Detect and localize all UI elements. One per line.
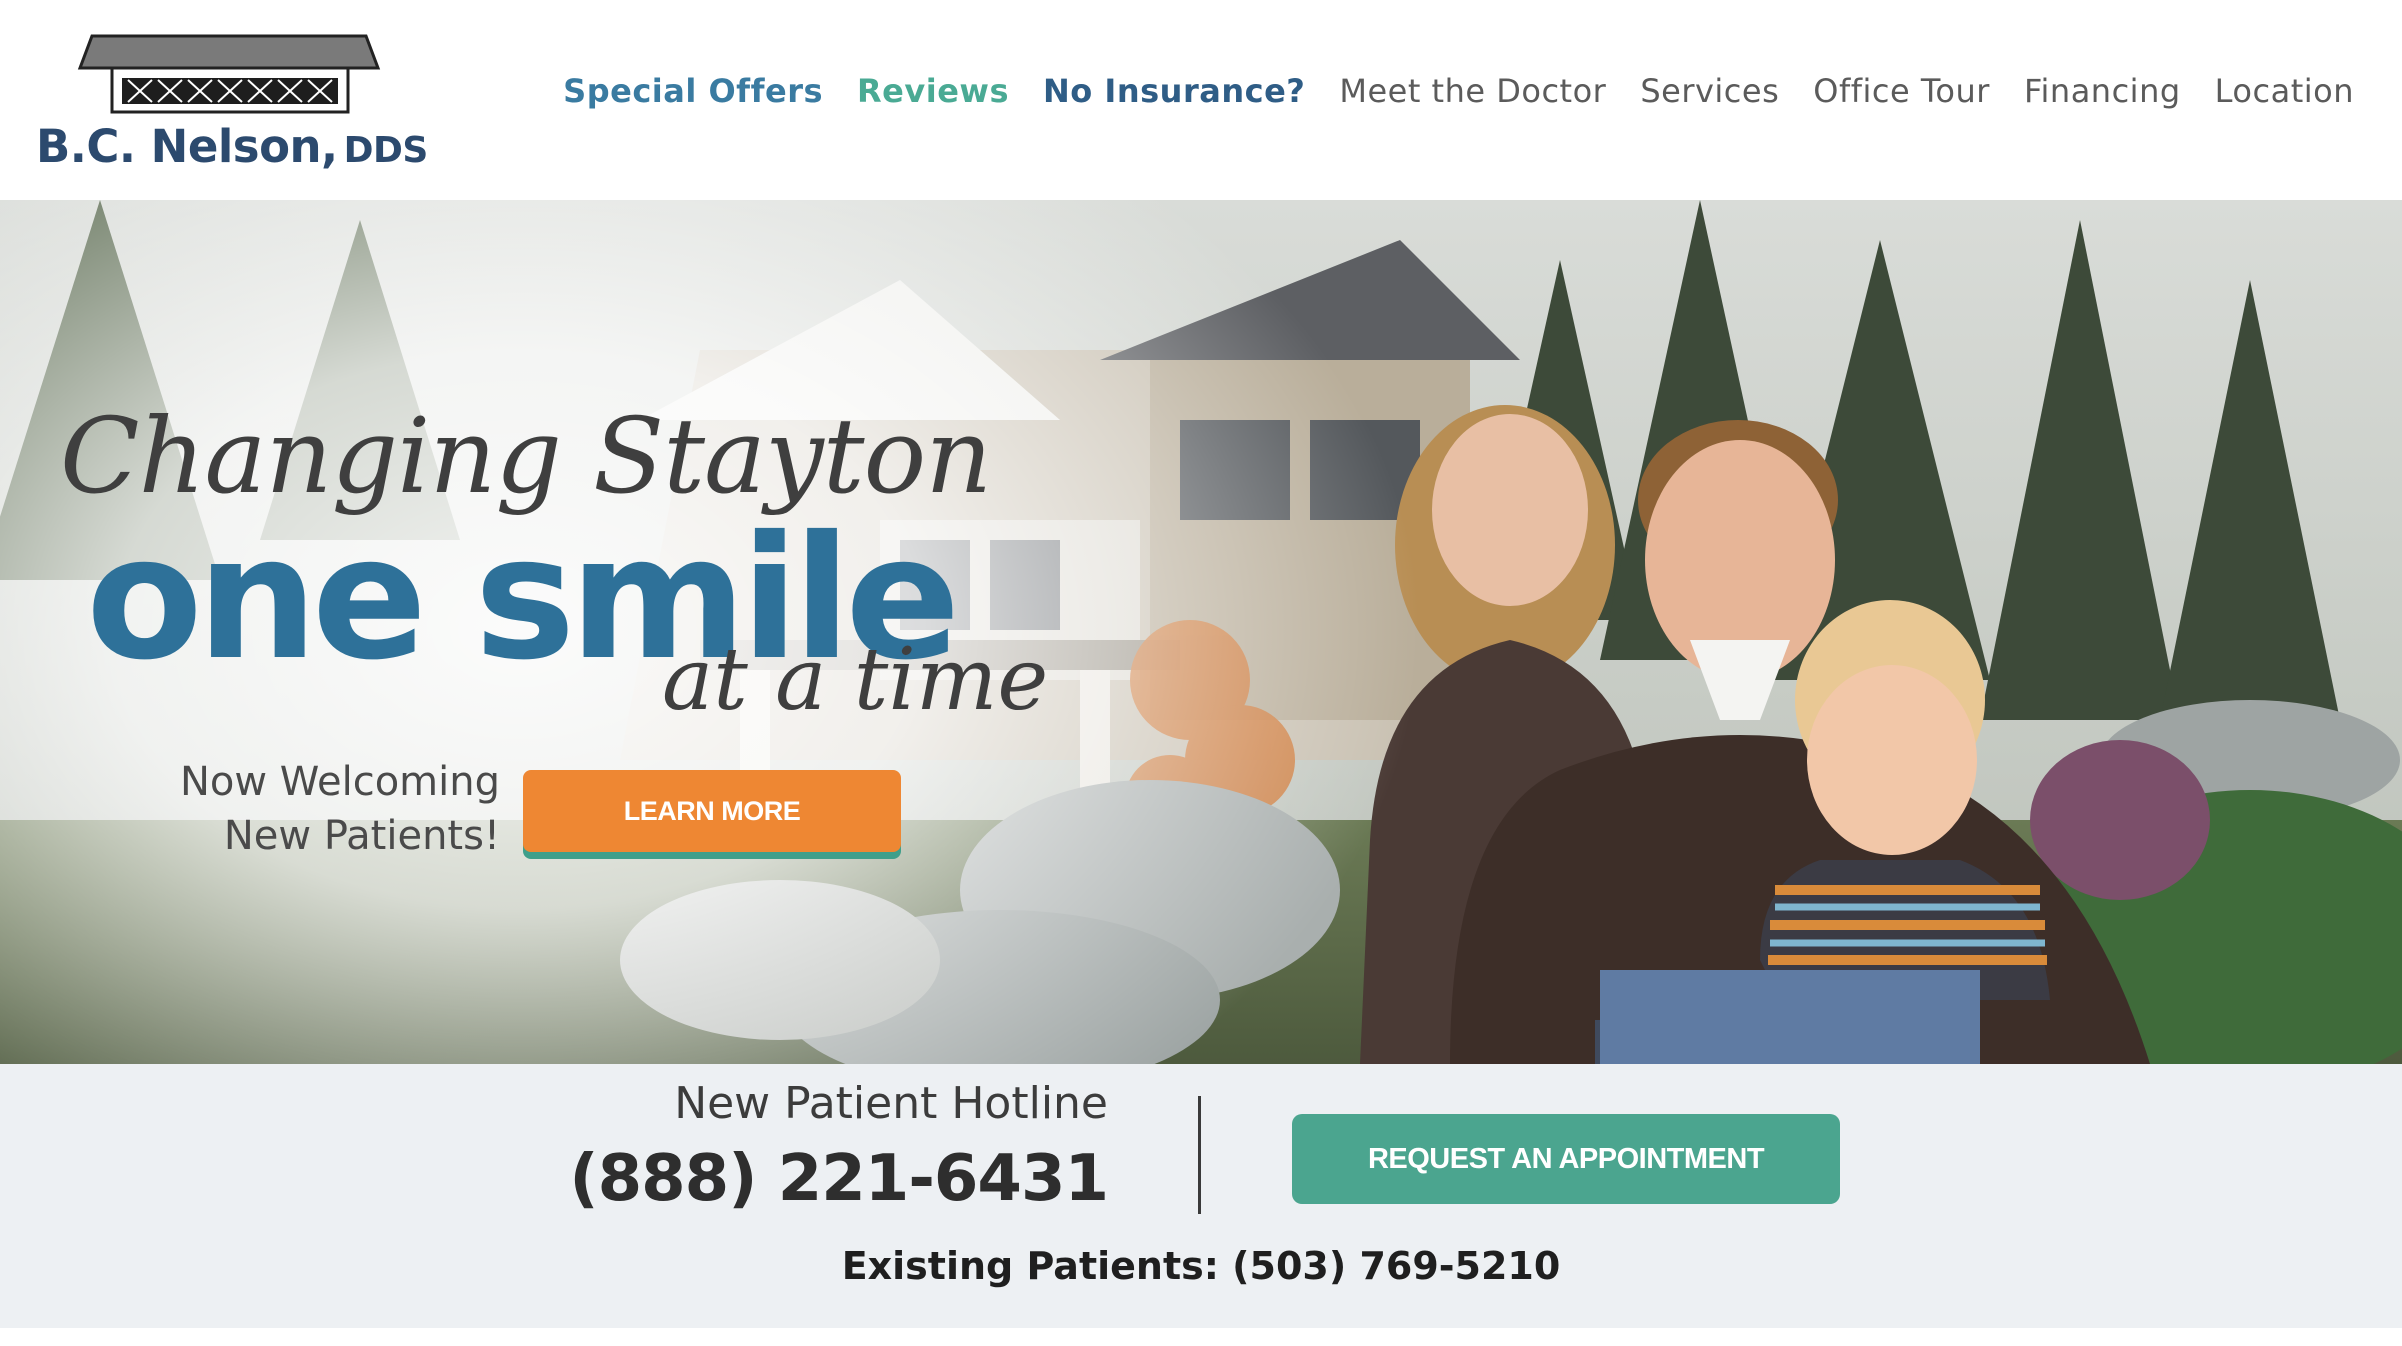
hotline-phone-link[interactable]: (888) 221-6431 — [560, 1142, 1109, 1216]
bottom-spacer — [0, 1328, 2402, 1346]
nav-meet-the-doctor[interactable]: Meet the Doctor — [1339, 72, 1606, 110]
welcome-line-1: Now Welcoming — [179, 759, 500, 805]
nav-services[interactable]: Services — [1640, 72, 1779, 110]
nav-financing[interactable]: Financing — [2024, 72, 2181, 110]
vertical-divider — [1198, 1096, 1201, 1214]
nav-location[interactable]: Location — [2215, 72, 2354, 110]
logo-suffix: DDS — [343, 130, 429, 171]
logo[interactable]: B.C. Nelson, DDS — [30, 30, 430, 180]
welcome-text: Now Welcoming New Patients! — [120, 755, 500, 863]
request-appointment-button[interactable]: REQUEST AN APPOINTMENT — [1292, 1114, 1840, 1204]
main-nav: Special Offers Reviews No Insurance? Mee… — [563, 72, 2354, 110]
welcome-line-2: New Patients! — [223, 813, 500, 859]
nav-special-offers[interactable]: Special Offers — [563, 72, 823, 110]
hero-banner: Changing Stayton one smile at a time Now… — [0, 200, 2402, 1064]
hero-script-line: Changing Stayton — [60, 395, 992, 517]
site-header: B.C. Nelson, DDS Special Offers Reviews N… — [0, 0, 2402, 200]
existing-patients-phone[interactable]: Existing Patients: (503) 769-5210 — [0, 1244, 2402, 1288]
hero-tagline: at a time — [662, 630, 1049, 730]
learn-more-button[interactable]: LEARN MORE — [523, 770, 901, 852]
nav-reviews[interactable]: Reviews — [857, 72, 1009, 110]
hotline-label: New Patient Hotline — [674, 1078, 1108, 1129]
logo-wordmark: B.C. Nelson, DDS — [36, 120, 428, 173]
nav-no-insurance[interactable]: No Insurance? — [1043, 72, 1305, 110]
contact-bar: New Patient Hotline (888) 221-6431 REQUE… — [0, 1064, 2402, 1328]
logo-name: B.C. Nelson, — [36, 120, 338, 173]
nav-office-tour[interactable]: Office Tour — [1813, 72, 1990, 110]
barn-logo-icon — [77, 34, 381, 114]
